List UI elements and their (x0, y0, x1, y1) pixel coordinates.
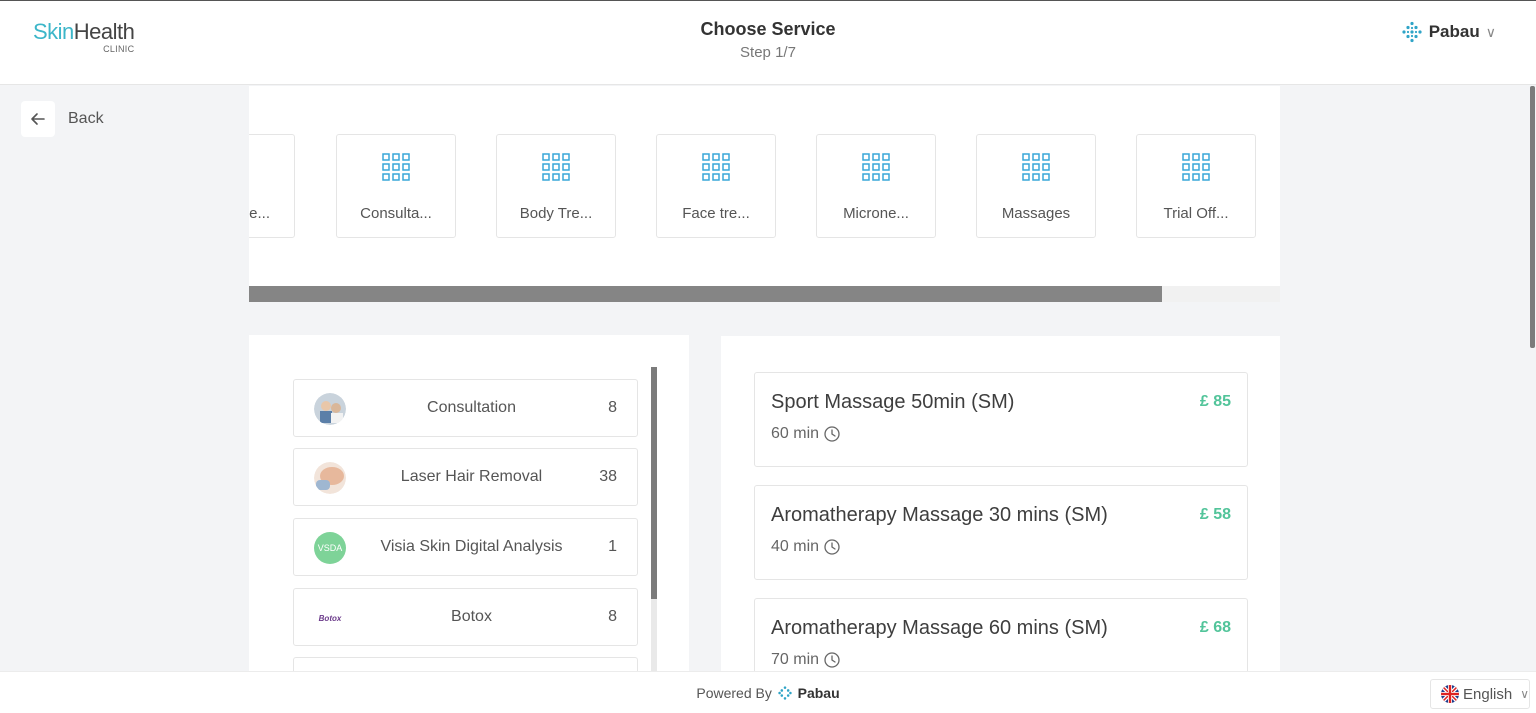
category-label: Body Tre... (519, 205, 593, 222)
service-group-count: 38 (599, 468, 617, 485)
grid-icon (542, 153, 570, 181)
service-group-count: 1 (608, 538, 617, 555)
vsda-avatar: VSDA (314, 532, 346, 564)
clock-icon (824, 652, 840, 668)
category-label: Microne... (843, 205, 909, 222)
chevron-down-icon: ∨ (1520, 687, 1529, 701)
botox-logo-text: Botox (318, 613, 342, 623)
category-label: Face tre... (682, 205, 750, 222)
service-group-name: Consultation (427, 399, 516, 416)
pabau-logo-icon (1402, 21, 1422, 43)
uk-flag-icon (1441, 685, 1459, 703)
category-card-trial-offers[interactable]: Trial Off... (1136, 134, 1256, 238)
grid-icon (382, 153, 410, 181)
language-selector[interactable]: English ∨ (1430, 679, 1530, 709)
page-scrollbar[interactable] (1528, 86, 1536, 671)
service-group-name: Visia Skin Digital Analysis (380, 538, 563, 555)
service-item-aromatherapy-30[interactable]: Aromatherapy Massage 30 mins (SM) 40 min… (754, 485, 1248, 580)
service-item-name: Aromatherapy Massage 60 mins (SM) (771, 617, 1108, 639)
service-item-duration: 70 min (771, 651, 840, 669)
scrollbar-thumb[interactable] (1530, 86, 1535, 348)
category-label: Massages (1001, 205, 1071, 222)
duration-text: 40 min (771, 538, 820, 555)
pabau-brand-menu[interactable]: Pabau ∨ (1401, 21, 1496, 43)
category-card-massages[interactable]: Massages (976, 134, 1096, 238)
clock-icon (824, 426, 840, 442)
service-item-sport-massage[interactable]: Sport Massage 50min (SM) 60 min £ 85 (754, 372, 1248, 467)
service-item-duration: 40 min (771, 538, 840, 556)
duration-text: 60 min (771, 425, 820, 442)
category-card-consultation[interactable]: Consulta... (336, 134, 456, 238)
powered-by: Powered By Pabau (0, 685, 1536, 701)
duration-text: 70 min (771, 651, 820, 668)
service-item-aromatherapy-60[interactable]: Aromatherapy Massage 60 mins (SM) 70 min… (754, 598, 1248, 676)
pabau-brand-name: Pabau (1428, 22, 1480, 41)
service-item-price: £ 68 (1199, 619, 1231, 636)
page-footer: Powered By Pabau English ∨ (0, 671, 1536, 713)
service-group-laser-hair-removal[interactable]: Laser Hair Removal 38 (293, 448, 638, 506)
scrollbar-thumb[interactable] (651, 367, 657, 599)
category-card-body-treatments[interactable]: Body Tre... (496, 134, 616, 238)
service-item-duration: 60 min (771, 425, 840, 443)
category-card-microneedling[interactable]: Microne... (816, 134, 936, 238)
category-carousel: re... Consulta... Body Tre... Face tre..… (249, 86, 1280, 286)
service-item-price: £ 85 (1199, 393, 1231, 410)
service-list-scrollbar[interactable] (651, 367, 657, 675)
vsda-avatar-text: VSDA (317, 543, 343, 553)
service-group-visia-skin-digital-analysis[interactable]: VSDA Visia Skin Digital Analysis 1 (293, 518, 638, 576)
service-item-price: £ 58 (1199, 506, 1231, 523)
botox-logo: Botox (314, 602, 346, 634)
category-horizontal-scrollbar[interactable] (249, 286, 1280, 302)
step-title-block: Choose Service Step 1/7 (0, 19, 1536, 61)
scrollbar-thumb[interactable] (249, 286, 1162, 302)
powered-by-label: Powered By (696, 685, 772, 701)
step-indicator: Step 1/7 (740, 44, 796, 61)
page-title: Choose Service (700, 19, 836, 39)
service-group-name: Laser Hair Removal (400, 468, 543, 485)
service-group-count: 8 (608, 399, 617, 416)
laser-hair-removal-avatar (314, 462, 346, 494)
grid-icon (1182, 153, 1210, 181)
service-group-consultation[interactable]: Consultation 8 (293, 379, 638, 437)
powered-by-brand: Pabau (797, 685, 840, 701)
service-item-name: Sport Massage 50min (SM) (771, 391, 1015, 413)
clock-icon (824, 539, 840, 555)
category-card-face-treatments[interactable]: Face tre... (656, 134, 776, 238)
grid-icon (1022, 153, 1050, 181)
category-label: Trial Off... (1163, 205, 1229, 222)
back-label: Back (68, 110, 104, 127)
service-group-botox[interactable]: Botox Botox 8 (293, 588, 638, 646)
back-button[interactable]: Back (21, 101, 104, 137)
chevron-down-icon: ∨ (1485, 23, 1496, 40)
arrow-left-icon (21, 101, 55, 137)
page-header: SkinHealth CLINIC Choose Service Step 1/… (0, 1, 1536, 85)
consultation-avatar (314, 393, 346, 425)
service-item-name: Aromatherapy Massage 30 mins (SM) (771, 504, 1108, 526)
category-label: re... (249, 205, 270, 222)
grid-icon (702, 153, 730, 181)
service-group-list: Consultation 8 Laser Hair Removal 38 VSD… (249, 335, 689, 675)
pabau-logo-icon (778, 686, 792, 700)
category-label: Consulta... (360, 205, 432, 222)
service-group-name: Botox (451, 608, 492, 625)
category-card[interactable]: re... (249, 134, 295, 238)
service-group-count: 8 (608, 608, 617, 625)
language-label: English (1463, 685, 1513, 703)
service-items-list: Sport Massage 50min (SM) 60 min £ 85 Aro… (721, 336, 1280, 676)
grid-icon (862, 153, 890, 181)
